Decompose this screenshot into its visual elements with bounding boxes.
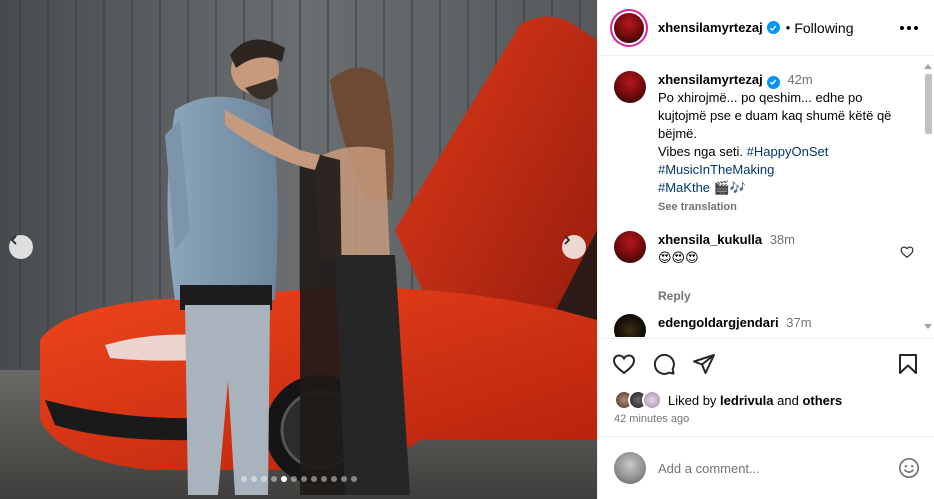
slide-dot <box>290 476 297 482</box>
bookmark-icon <box>899 354 917 374</box>
share-icon <box>693 354 715 374</box>
heart-icon <box>900 246 914 258</box>
comment-text: 😍😍😍 <box>658 250 699 265</box>
author-avatar[interactable] <box>614 12 644 43</box>
reply-button[interactable]: Reply <box>658 287 795 305</box>
heart-icon <box>612 354 636 375</box>
post-photo <box>0 0 597 499</box>
slide-dot <box>330 476 337 482</box>
slide-dot <box>350 476 357 482</box>
commenter-avatar[interactable] <box>614 314 646 337</box>
following-button[interactable]: Following <box>794 20 853 36</box>
liked-by-avatars[interactable] <box>614 390 662 410</box>
post-timestamp[interactable]: 42 minutes ago <box>598 413 934 425</box>
caption-avatar[interactable] <box>614 71 646 103</box>
caption-text: Po xhirojmë... po qeshim... edhe po kujt… <box>658 90 892 141</box>
comment-time[interactable]: 37m <box>786 315 811 330</box>
previous-slide-button[interactable] <box>9 235 33 259</box>
share-button[interactable] <box>692 352 716 376</box>
emoji-button[interactable] <box>898 457 920 479</box>
caption-emoji: 🎬🎶 <box>713 180 747 195</box>
caption-username[interactable]: xhensilamyrtezaj <box>658 72 763 87</box>
post-header: xhensilamyrtezaj • Following <box>598 0 934 56</box>
commenter-avatar[interactable] <box>614 231 646 263</box>
liked-by-user[interactable]: ledrivula <box>720 393 773 408</box>
verified-badge-icon <box>766 21 780 34</box>
author-username[interactable]: xhensilamyrtezaj <box>658 20 763 35</box>
slide-dot <box>340 476 347 482</box>
post-actions: Liked by ledrivula and others 42 minutes… <box>598 338 934 425</box>
comment-item: edengoldargjendari 37m <box>614 314 914 337</box>
chevron-left-icon <box>11 235 17 245</box>
slide-dot <box>250 476 257 482</box>
post-media[interactable] <box>0 0 597 499</box>
save-button[interactable] <box>896 352 920 376</box>
comment-input[interactable] <box>658 460 898 476</box>
comment-time[interactable]: 38m <box>770 232 795 247</box>
comment-icon <box>653 353 675 375</box>
scroll-down-arrow[interactable] <box>924 324 932 329</box>
hashtag-link[interactable]: #HappyOnSet <box>747 144 829 159</box>
post-caption: xhensilamyrtezaj 42m Po xhirojmë... po q… <box>614 71 914 216</box>
chevron-right-icon <box>564 235 570 245</box>
slide-dot <box>280 476 287 482</box>
comment-item: xhensila_kukulla 38m 😍😍😍 Reply <box>614 231 914 305</box>
more-icon <box>900 25 904 30</box>
liked-by-others[interactable]: others <box>802 393 842 408</box>
emoji-icon <box>899 458 919 478</box>
slide-dot <box>310 476 317 482</box>
add-comment-bar <box>598 436 934 499</box>
comments-scrollbar[interactable] <box>925 74 932 134</box>
comment-button[interactable] <box>652 352 676 376</box>
slide-dot <box>320 476 327 482</box>
caption-time[interactable]: 42m <box>787 72 812 87</box>
liked-by-and: and <box>777 392 799 408</box>
verified-badge-icon <box>766 75 780 89</box>
post-side-panel: xhensilamyrtezaj • Following xhensilamyr… <box>597 0 934 499</box>
scroll-up-arrow[interactable] <box>924 64 932 69</box>
avatar <box>642 390 662 410</box>
commenter-username[interactable]: xhensila_kukulla <box>658 232 762 247</box>
slide-dot <box>260 476 267 482</box>
slide-dot <box>300 476 307 482</box>
slide-dot <box>240 476 247 482</box>
hashtag-link[interactable]: #MaKthe <box>658 180 710 195</box>
liked-by-prefix: Liked by <box>668 392 717 408</box>
current-user-avatar <box>614 452 646 484</box>
more-options-button[interactable] <box>896 22 922 34</box>
slide-indicator <box>0 476 597 482</box>
like-button[interactable] <box>612 352 636 376</box>
see-translation-button[interactable]: See translation <box>658 198 914 216</box>
header-separator: • <box>785 20 791 35</box>
hashtag-link[interactable]: #MusicInTheMaking <box>658 162 774 177</box>
liked-by: Liked by ledrivula and others <box>598 389 934 411</box>
next-slide-button[interactable] <box>562 235 586 259</box>
caption-text-2: Vibes nga seti. <box>658 144 744 159</box>
comments-list[interactable]: xhensilamyrtezaj 42m Po xhirojmë... po q… <box>598 57 934 337</box>
comment-like-button[interactable] <box>900 245 914 264</box>
commenter-username[interactable]: edengoldargjendari <box>658 315 779 330</box>
slide-dot <box>270 476 277 482</box>
